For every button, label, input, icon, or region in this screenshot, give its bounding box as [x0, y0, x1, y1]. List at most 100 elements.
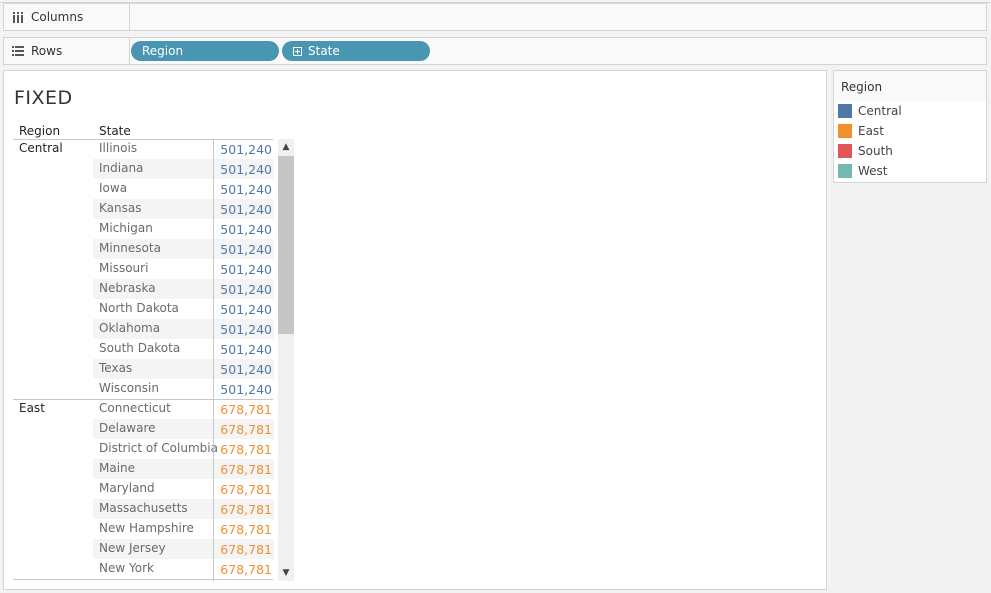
table-row[interactable]: Iowa 501,240 — [13, 179, 273, 199]
value-cell[interactable]: 501,240 — [214, 362, 272, 377]
state-cell[interactable]: Oklahoma — [99, 321, 160, 335]
table-row[interactable]: Oklahoma 501,240 — [13, 319, 274, 339]
state-cell[interactable]: Delaware — [99, 421, 156, 435]
table-row[interactable]: South Dakota 501,240 — [13, 339, 273, 359]
value-cell[interactable]: 678,781 — [214, 462, 272, 477]
rows-icon — [11, 46, 25, 56]
region-pill[interactable]: Region — [131, 41, 279, 61]
value-cell[interactable]: 501,240 — [214, 242, 272, 257]
columns-shelf[interactable]: Columns — [3, 3, 987, 31]
table-row[interactable]: Massachusetts 678,781 — [13, 499, 274, 519]
color-swatch — [838, 144, 852, 158]
state-cell[interactable]: Iowa — [99, 181, 127, 195]
rows-shelf[interactable]: Rows Region State — [3, 37, 987, 65]
table-row[interactable]: Indiana 501,240 — [13, 159, 274, 179]
region-column-header[interactable]: Region — [19, 124, 60, 138]
table-row[interactable]: New York 678,781 — [13, 559, 273, 579]
columns-shelf-label: Columns — [4, 4, 130, 30]
region-cell[interactable]: East — [19, 401, 45, 415]
state-cell[interactable]: Connecticut — [99, 401, 171, 415]
value-cell[interactable]: 678,781 — [214, 442, 272, 457]
vertical-scrollbar[interactable]: ▲ ▼ — [278, 139, 294, 581]
value-cell[interactable]: 678,781 — [214, 482, 272, 497]
state-cell[interactable]: Wisconsin — [99, 381, 159, 395]
table-row[interactable]: Missouri 501,240 — [13, 259, 273, 279]
state-column-header[interactable]: State — [99, 124, 131, 138]
legend-item[interactable]: South — [834, 141, 986, 161]
columns-label-text: Columns — [31, 10, 84, 24]
state-cell[interactable]: Maine — [99, 461, 135, 475]
value-cell[interactable]: 501,240 — [214, 322, 272, 337]
value-cell[interactable]: 678,781 — [214, 522, 272, 537]
state-cell[interactable]: Kansas — [99, 201, 141, 215]
state-cell[interactable]: Missouri — [99, 261, 148, 275]
table-row[interactable]: North Dakota 501,240 — [13, 299, 273, 319]
state-cell[interactable]: South Dakota — [99, 341, 180, 355]
state-cell[interactable]: Minnesota — [99, 241, 161, 255]
value-cell[interactable]: 501,240 — [214, 182, 272, 197]
value-cell[interactable]: 501,240 — [214, 282, 272, 297]
state-pill[interactable]: State — [282, 41, 430, 61]
state-cell[interactable]: District of Columbia — [99, 441, 218, 455]
table-row[interactable]: Delaware 678,781 — [13, 419, 274, 439]
state-cell[interactable]: Illinois — [99, 141, 137, 155]
value-cell[interactable]: 678,781 — [214, 422, 272, 437]
expand-plus-icon[interactable] — [293, 46, 302, 56]
value-column-divider — [213, 139, 214, 581]
scrollbar-thumb[interactable] — [278, 156, 294, 334]
state-cell[interactable]: Indiana — [99, 161, 143, 175]
table-row[interactable]: Central Illinois 501,240 — [13, 139, 273, 159]
state-cell[interactable]: Massachusetts — [99, 501, 188, 515]
scroll-down-icon[interactable]: ▼ — [278, 565, 294, 581]
value-cell[interactable]: 501,240 — [214, 262, 272, 277]
state-cell[interactable]: Michigan — [99, 221, 153, 235]
legend-item[interactable]: Central — [834, 101, 986, 121]
color-swatch — [838, 124, 852, 138]
table-row[interactable]: East Connecticut 678,781 — [13, 399, 273, 419]
table-row[interactable]: Maine 678,781 — [13, 459, 274, 479]
state-cell[interactable]: Maryland — [99, 481, 155, 495]
table-row[interactable]: Minnesota 501,240 — [13, 239, 274, 259]
state-cell[interactable]: New York — [99, 561, 154, 575]
crosstab: Central Illinois 501,240 Indiana 501,240 Iowa… — [13, 139, 274, 579]
value-cell[interactable]: 678,781 — [214, 542, 272, 557]
legend-item-label: East — [858, 124, 884, 138]
value-cell[interactable]: 501,240 — [214, 222, 272, 237]
value-cell[interactable]: 678,781 — [214, 502, 272, 517]
table-row[interactable]: New Jersey 678,781 — [13, 539, 274, 559]
table-row[interactable]: Maryland 678,781 — [13, 479, 273, 499]
table-row[interactable]: Nebraska 501,240 — [13, 279, 274, 299]
table-row[interactable]: Michigan 501,240 — [13, 219, 273, 239]
region-legend: Region Central East South West — [833, 70, 987, 183]
sheet-title: FIXED — [14, 87, 73, 109]
value-cell[interactable]: 501,240 — [214, 142, 272, 157]
table-row[interactable]: Kansas 501,240 — [13, 199, 274, 219]
value-cell[interactable]: 501,240 — [214, 302, 272, 317]
value-cell[interactable]: 501,240 — [214, 202, 272, 217]
legend-item[interactable]: West — [834, 161, 986, 181]
color-swatch — [838, 104, 852, 118]
columns-icon — [11, 11, 25, 23]
state-cell[interactable]: New Jersey — [99, 541, 166, 555]
state-cell[interactable]: North Dakota — [99, 301, 179, 315]
value-cell[interactable]: 678,781 — [214, 402, 272, 417]
color-swatch — [838, 164, 852, 178]
legend-item[interactable]: East — [834, 121, 986, 141]
legend-title: Region — [834, 71, 986, 101]
value-cell[interactable]: 501,240 — [214, 382, 272, 397]
region-cell[interactable]: Central — [19, 141, 63, 155]
group-divider — [13, 579, 273, 580]
state-cell[interactable]: Nebraska — [99, 281, 156, 295]
table-row[interactable]: New Hampshire 678,781 — [13, 519, 273, 539]
state-cell[interactable]: Texas — [99, 361, 132, 375]
value-cell[interactable]: 501,240 — [214, 342, 272, 357]
rows-shelf-label: Rows — [4, 38, 130, 64]
table-row[interactable]: Texas 501,240 — [13, 359, 274, 379]
region-pill-label: Region — [142, 44, 184, 58]
table-row[interactable]: Wisconsin 501,240 — [13, 379, 273, 399]
state-cell[interactable]: New Hampshire — [99, 521, 194, 535]
scroll-up-icon[interactable]: ▲ — [278, 139, 294, 155]
value-cell[interactable]: 501,240 — [214, 162, 272, 177]
table-row[interactable]: District of Columbia 678,781 — [13, 439, 273, 459]
value-cell[interactable]: 678,781 — [214, 562, 272, 577]
